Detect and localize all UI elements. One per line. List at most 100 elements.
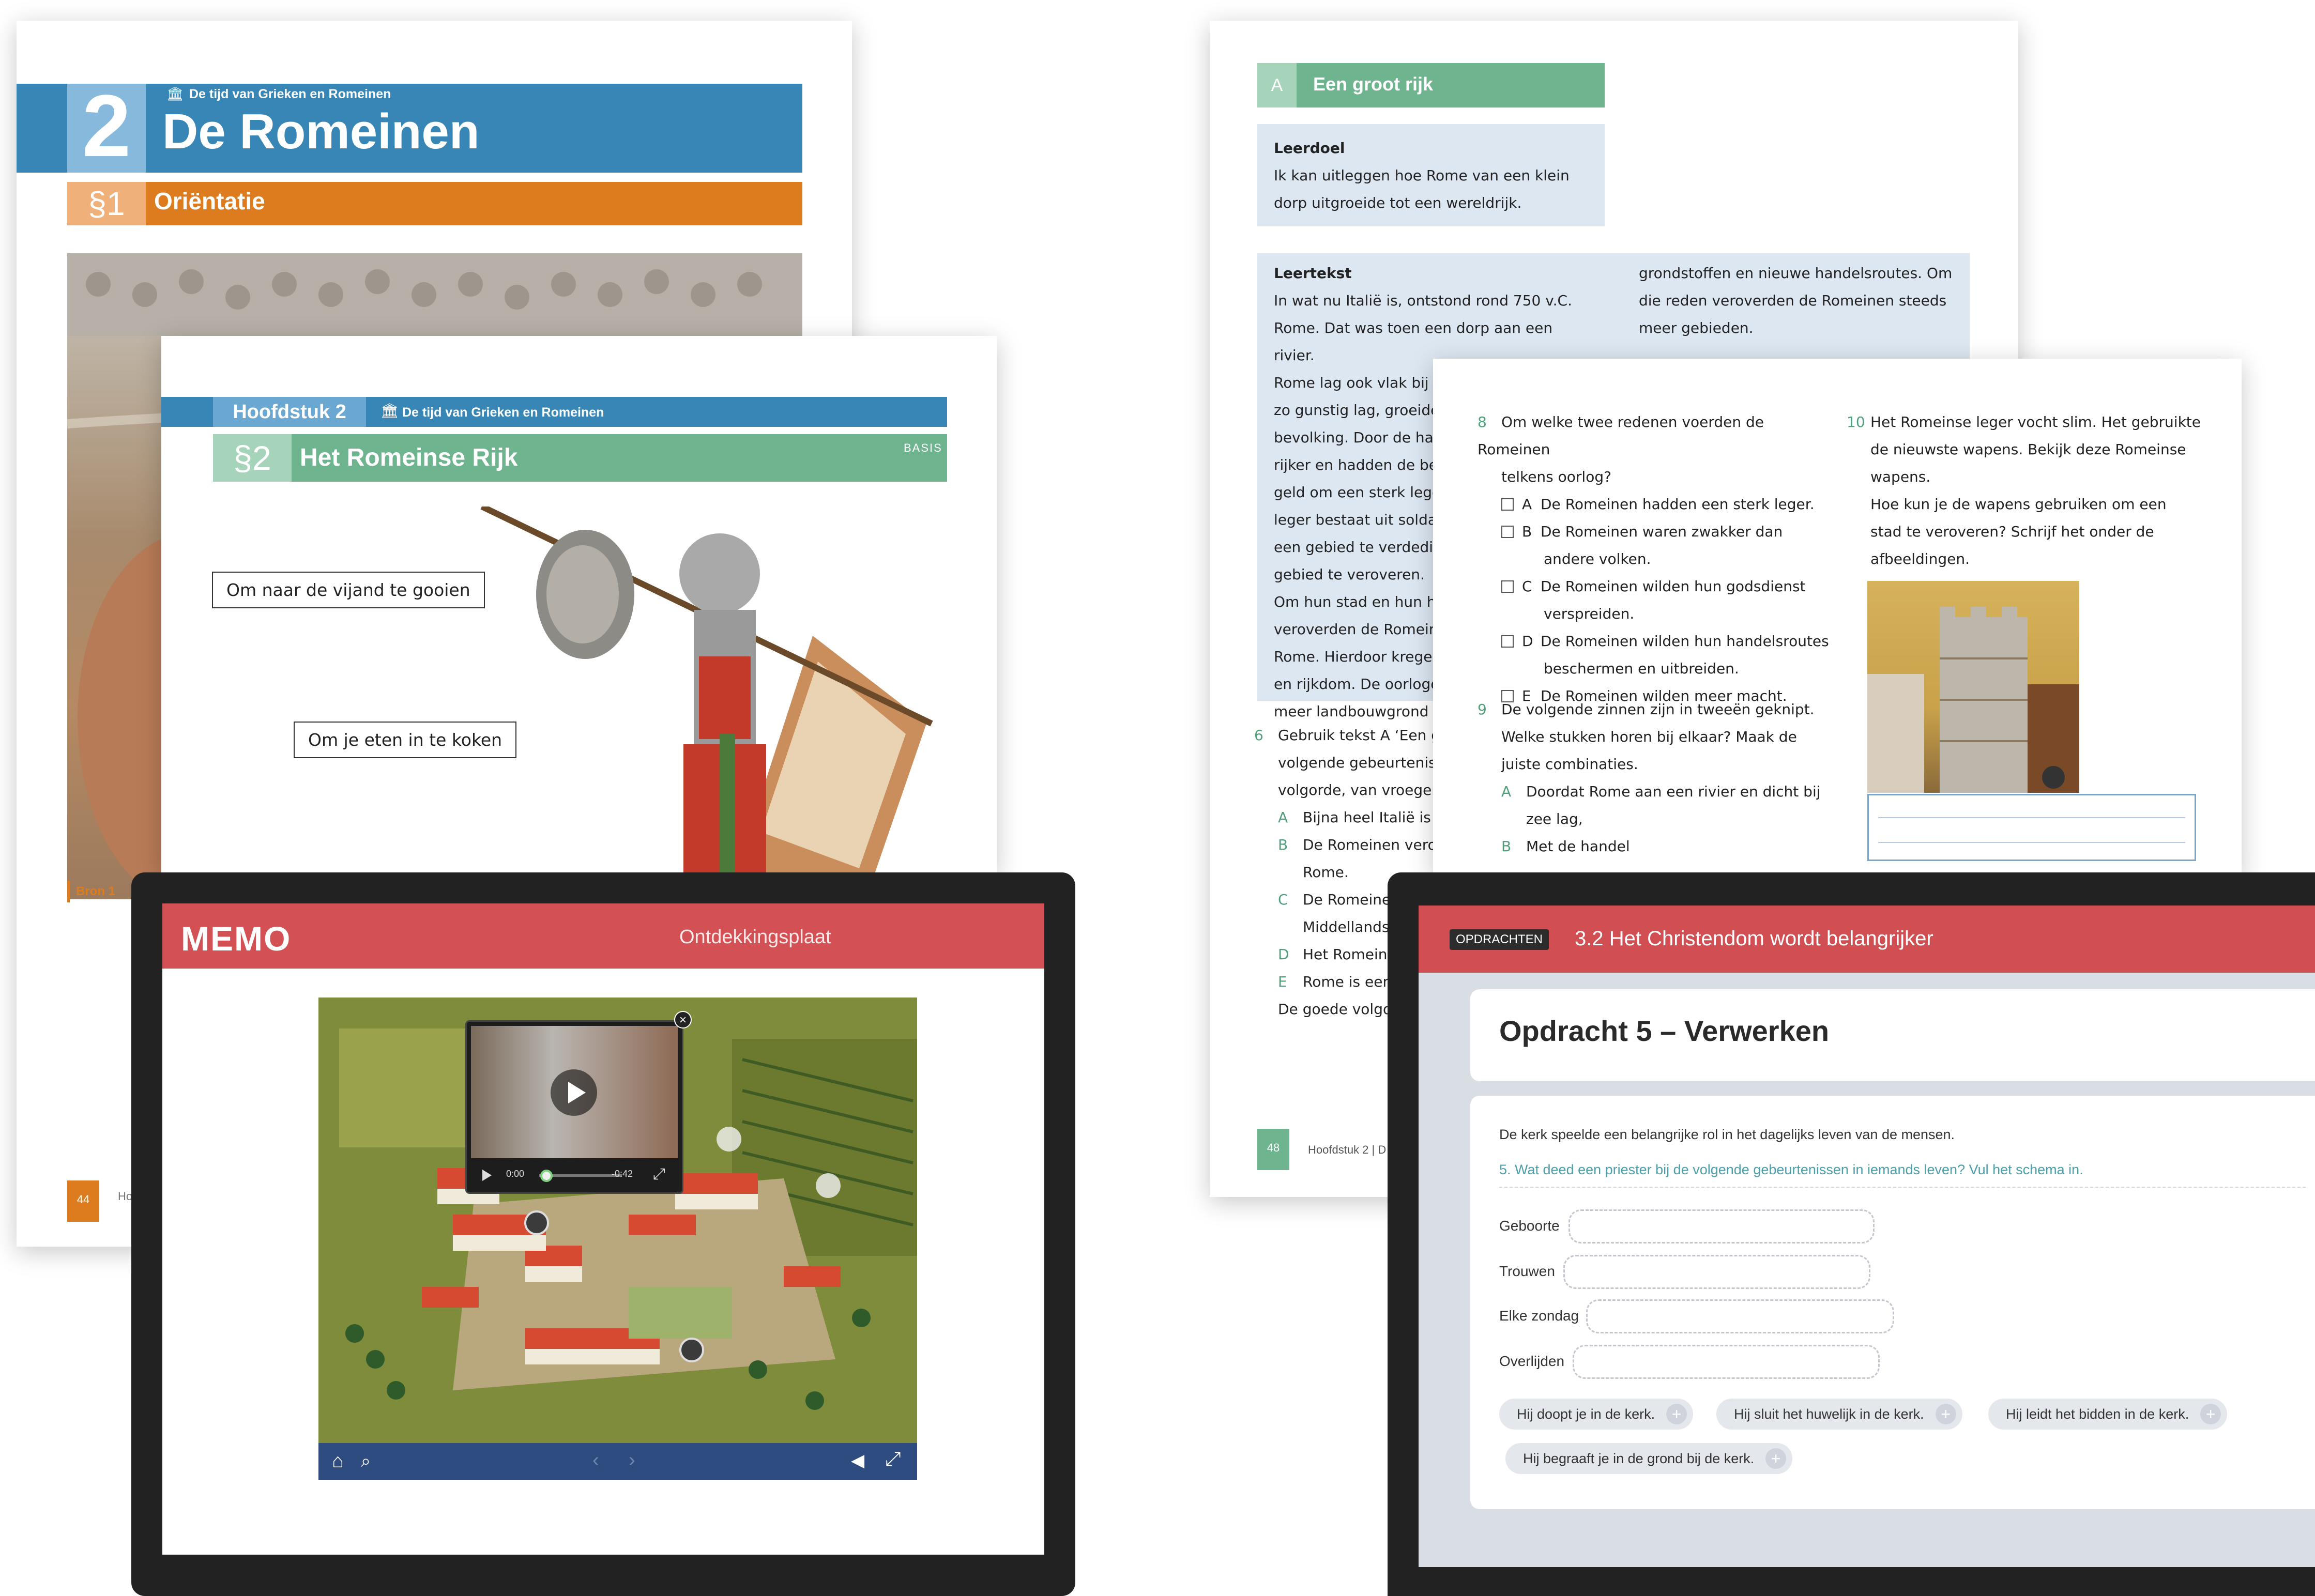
option-text: Met de handel (1526, 838, 1630, 855)
field-label: Trouwen (1499, 1263, 1555, 1279)
plus-icon[interactable]: + (2200, 1404, 2221, 1424)
question-text: Welke stukken horen bij elkaar? Maak de (1501, 728, 1797, 745)
source-label: Bron 1 (67, 881, 115, 902)
callout-cook: Om je eten in te koken (294, 722, 517, 758)
memo-screen: MEMO Ontdekkingsplaat 0:00 -0:42 ⤢ × ⌂ ⌕… (162, 903, 1044, 1555)
opdracht-badge[interactable]: OPDRACHTEN (1450, 929, 1549, 950)
section-title: Het Romeinse Rijk (300, 444, 518, 471)
map-toolbar (318, 1443, 917, 1480)
section-letter: A (1271, 75, 1283, 95)
prev-icon[interactable]: ‹ (592, 1449, 599, 1471)
option-text: Rome. (1303, 864, 1349, 881)
answer-lines[interactable] (1867, 794, 2196, 861)
answer-option-label: Hij sluit het huwelijk in de kerk. (1734, 1406, 1924, 1422)
tablet-right: OPDRACHTEN 3.2 Het Christendom wordt bel… (1388, 872, 2315, 1596)
field-label: Elke zondag (1499, 1308, 1579, 1324)
question-text: Hoe kun je de wapens gebruiken om een (1870, 496, 2167, 513)
exercise-question: 5. Wat deed een priester bij de volgende… (1499, 1162, 2083, 1177)
memo-logo[interactable]: MEMO (181, 919, 291, 958)
death-field[interactable] (1573, 1345, 1880, 1379)
field-label: Geboorte (1499, 1218, 1560, 1234)
learning-goal-box: Leerdoel Ik kan uitleggen hoe Rome van e… (1257, 124, 1605, 226)
video-remaining-time: -0:42 (612, 1169, 633, 1179)
option-checkbox[interactable] (1501, 635, 1514, 648)
option-text: Bijna heel Italië is (1303, 809, 1431, 826)
temple-icon: 🏛 (380, 403, 399, 419)
video-popup[interactable]: 0:00 -0:42 ⤢ (465, 1020, 683, 1194)
question-text: Om welke twee redenen voerden de Romeine… (1478, 413, 1764, 458)
question-10: 10 Het Romeinse leger vocht slim. Het geb… (1847, 408, 2219, 573)
answer-option-label: Hij begraaft je in de grond bij de kerk. (1523, 1451, 1755, 1466)
footer-text: Ho (118, 1190, 133, 1203)
question-text: Gebruik tekst A ‘Een g (1278, 727, 1441, 744)
answer-option[interactable]: Hij doopt je in de kerk. + (1499, 1399, 1694, 1430)
next-icon[interactable]: › (629, 1449, 635, 1471)
memo-title: Ontdekkingsplaat (679, 926, 831, 948)
option-text: De Romeinen vero (1303, 836, 1437, 853)
answer-option[interactable]: Hij leidt het bidden in de kerk. + (1988, 1399, 2228, 1430)
question-text: afbeeldingen. (1870, 550, 1970, 567)
option-letter: C (1522, 578, 1532, 595)
option-text: De Romeine (1303, 891, 1391, 908)
option-letter: B (1501, 838, 1512, 855)
question-number: 9 (1478, 701, 1487, 718)
close-icon[interactable]: × (674, 1011, 692, 1029)
answer-option[interactable]: Hij begraaft je in de grond bij de kerk.… (1505, 1443, 1793, 1474)
answer-option-label: Hij doopt je in de kerk. (1517, 1406, 1655, 1422)
question-8: 8 Om welke twee redenen voerden de Romein… (1478, 408, 1839, 710)
option-letter: A (1278, 809, 1288, 826)
card-title: Opdracht 5 – Verwerken (1499, 1015, 1830, 1047)
option-checkbox[interactable] (1501, 526, 1514, 538)
chapter-overline: De tijd van Grieken en Romeinen (189, 87, 391, 101)
question-text: telkens oorlog? (1501, 468, 1611, 485)
video-play-button[interactable] (482, 1170, 492, 1181)
option-letter: C (1278, 891, 1288, 908)
goal-line: Ik kan uitleggen hoe Rome van een klein (1274, 167, 1570, 184)
plus-icon[interactable]: + (1765, 1448, 1787, 1469)
video-progress-knob[interactable] (540, 1170, 553, 1182)
marriage-field[interactable] (1563, 1255, 1870, 1289)
learning-text-col2: grondstoffen en nieuwe handelsroutes. Om… (1639, 259, 1959, 342)
play-icon[interactable] (551, 1069, 597, 1116)
goal-heading: Leerdoel (1274, 140, 1345, 157)
option-text: Middellands (1303, 918, 1390, 935)
footer-text: Hoofdstuk 2 | D (1308, 1143, 1387, 1156)
video-current-time: 0:00 (506, 1169, 525, 1179)
siege-tower-illustration (1867, 581, 2079, 793)
book-page-2: Hoofdstuk 2 🏛 De tijd van Grieken en Rom… (161, 336, 997, 873)
option-text: De Romeinen waren zwakker dan (1541, 523, 1783, 540)
option-text: De Romeinen wilden hun handelsroutes (1541, 633, 1829, 650)
option-letter: D (1522, 633, 1533, 650)
volume-icon[interactable]: ◀ (851, 1450, 864, 1471)
option-text: verspreiden. (1544, 605, 1635, 622)
option-checkbox[interactable] (1501, 498, 1514, 511)
option-letter: B (1278, 836, 1288, 853)
answer-option[interactable]: Hij sluit het huwelijk in de kerk. + (1716, 1399, 1962, 1430)
question-number: 8 (1478, 413, 1487, 431)
birth-field[interactable] (1568, 1209, 1875, 1244)
map-hotspot[interactable] (679, 1338, 704, 1362)
option-text: beschermen en uitbreiden. (1544, 660, 1739, 677)
sunday-field[interactable] (1586, 1299, 1894, 1333)
search-icon[interactable]: ⌕ (361, 1451, 371, 1471)
option-letter: B (1522, 523, 1532, 540)
chapter-number: 2 (82, 77, 131, 175)
map-hotspot[interactable] (524, 1210, 549, 1235)
exercise-intro: De kerk speelde een belangrijke rol in h… (1499, 1127, 1955, 1142)
plus-icon[interactable]: + (1666, 1404, 1687, 1424)
video-fullscreen-icon[interactable]: ⤢ (653, 1165, 665, 1183)
fullscreen-icon[interactable]: ⤢ (885, 1448, 901, 1470)
option-letter: A (1522, 496, 1532, 513)
option-text: Het Romein (1303, 946, 1388, 963)
question-number: 6 (1254, 727, 1263, 744)
plus-icon[interactable]: + (1935, 1404, 1956, 1424)
map-hotspot[interactable] (717, 1127, 741, 1152)
answer-option-label: Hij leidt het bidden in de kerk. (2006, 1406, 2189, 1422)
home-icon[interactable]: ⌂ (332, 1450, 344, 1472)
option-checkbox[interactable] (1501, 580, 1514, 593)
goal-line: dorp uitgroeide tot een wereldrijk. (1274, 194, 1522, 211)
option-text: Rome is een (1303, 973, 1392, 990)
question-text: wapens. (1870, 468, 1931, 485)
question-divider (1499, 1187, 2306, 1188)
map-hotspot[interactable] (816, 1173, 841, 1198)
